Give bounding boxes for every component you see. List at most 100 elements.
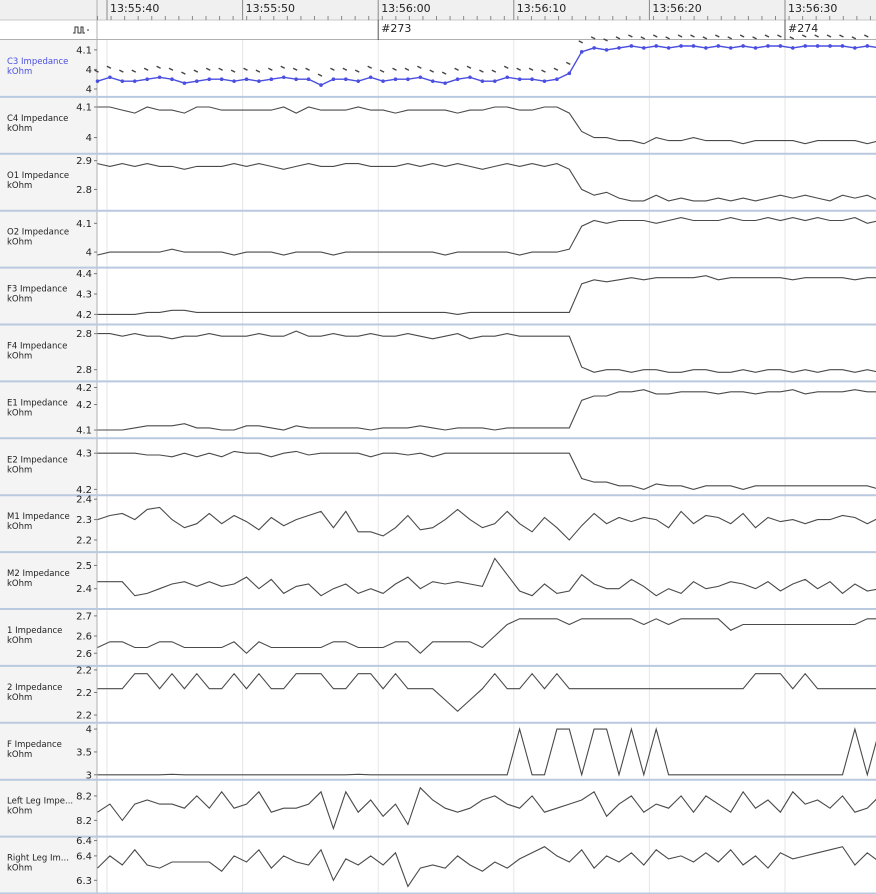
y-tick-label: 4.4 <box>76 269 92 280</box>
data-point <box>567 71 572 76</box>
data-point <box>666 46 671 50</box>
event-marker-label: #274 <box>788 22 818 35</box>
data-point <box>840 44 845 48</box>
channel-name: F Impedance <box>7 740 62 750</box>
data-point <box>281 75 286 80</box>
data-point <box>517 77 522 82</box>
data-point <box>617 46 621 50</box>
channel-trace[interactable] <box>97 45 876 86</box>
sample-flag <box>143 67 149 71</box>
data-point <box>232 79 236 83</box>
time-tick-label: 13:56:00 <box>381 2 430 15</box>
channel-name: 1 Impedance <box>7 626 62 636</box>
channel-unit: kOhm <box>7 465 32 475</box>
sample-flag <box>280 65 286 69</box>
data-point <box>766 44 770 48</box>
channel-unit: kOhm <box>7 579 32 589</box>
data-point <box>803 44 808 48</box>
y-tick-label: 2.8 <box>76 185 92 196</box>
sample-flag <box>429 69 435 73</box>
channel-unit: kOhm <box>7 807 32 817</box>
data-point <box>207 77 212 82</box>
data-point <box>393 77 398 82</box>
sample-flag <box>454 67 459 71</box>
impedance-chart: 13:55:40 13:55:50 13:56:00 13:56:10 13:56:20… <box>0 0 876 894</box>
time-tick-label: 13:56:20 <box>652 2 701 15</box>
channel-trace[interactable] <box>97 672 876 713</box>
y-tick-label: 4.1 <box>76 219 92 230</box>
data-point <box>704 46 708 50</box>
data-point <box>654 44 659 48</box>
sample-flag <box>367 65 372 69</box>
y-tick-label: 4 <box>86 725 92 736</box>
sample-flag <box>205 67 211 71</box>
channel-name: C4 Impedance <box>7 114 68 124</box>
sample-flag <box>578 40 584 44</box>
channel-trace[interactable] <box>97 726 876 777</box>
y-tick-label: 4 <box>86 248 92 259</box>
y-tick-label: 2.5 <box>76 561 92 572</box>
channel-unit: kOhm <box>7 750 32 760</box>
channel-trace[interactable] <box>97 786 876 831</box>
data-point <box>195 79 199 83</box>
channel-trace[interactable] <box>97 506 876 541</box>
data-point <box>257 79 261 83</box>
data-point <box>555 77 559 82</box>
sample-flag <box>466 65 472 69</box>
y-tick-label: 2.2 <box>76 535 92 546</box>
channel-trace[interactable] <box>97 846 876 888</box>
data-point <box>642 46 646 50</box>
data-point <box>505 75 510 80</box>
data-point <box>629 44 634 48</box>
data-point <box>815 44 820 48</box>
y-tick-label: 6.4 <box>76 851 92 862</box>
y-tick-label: 4.2 <box>76 400 92 411</box>
data-point <box>406 77 410 82</box>
channel-trace[interactable] <box>97 106 876 145</box>
y-tick-label: 3.5 <box>76 747 92 758</box>
channel-unit: kOhm <box>7 124 32 134</box>
sample-flag <box>516 67 521 71</box>
data-point <box>319 83 323 87</box>
sample-flag <box>131 69 137 73</box>
channel-trace[interactable] <box>97 275 876 315</box>
channel-unit: kOhm <box>7 352 32 362</box>
data-point <box>853 46 857 50</box>
channel-trace[interactable] <box>97 557 876 597</box>
y-tick-label: 2.3 <box>76 515 92 526</box>
channel-unit: kOhm <box>7 522 32 532</box>
channel-trace[interactable] <box>97 389 876 431</box>
channel-unit: kOhm <box>7 636 32 646</box>
data-point <box>592 46 596 50</box>
y-tick-label: 6.4 <box>76 836 92 847</box>
data-point <box>145 77 149 82</box>
channel-trace[interactable] <box>97 163 876 202</box>
channel-trace[interactable] <box>97 450 876 490</box>
channel-trace[interactable] <box>97 330 876 373</box>
sample-flag <box>193 69 199 73</box>
y-tick-label: 4 <box>86 133 92 144</box>
data-point <box>728 46 733 50</box>
channel-trace[interactable] <box>97 217 876 256</box>
data-point <box>132 79 137 83</box>
data-point <box>716 44 721 48</box>
channel-name: F3 Impedance <box>7 285 67 295</box>
sample-flag <box>255 69 261 73</box>
channel-name: M2 Impedance <box>7 569 70 579</box>
data-point <box>679 44 683 48</box>
data-point <box>455 77 460 82</box>
y-tick-label: 4 <box>86 84 92 95</box>
data-point <box>579 50 584 54</box>
sample-flag <box>404 67 410 71</box>
y-tick-label: 2.2 <box>76 665 92 676</box>
sample-flag <box>230 69 236 73</box>
y-tick-label: 2.6 <box>76 632 92 643</box>
y-tick-label: 6.3 <box>76 876 92 887</box>
y-tick-label: 2.8 <box>76 329 92 340</box>
channel-trace[interactable] <box>97 618 876 655</box>
sample-flag <box>441 71 447 75</box>
channel-unit: kOhm <box>7 181 32 191</box>
data-point <box>269 77 274 82</box>
y-tick-label: 2.4 <box>76 495 92 506</box>
data-point <box>480 79 485 83</box>
